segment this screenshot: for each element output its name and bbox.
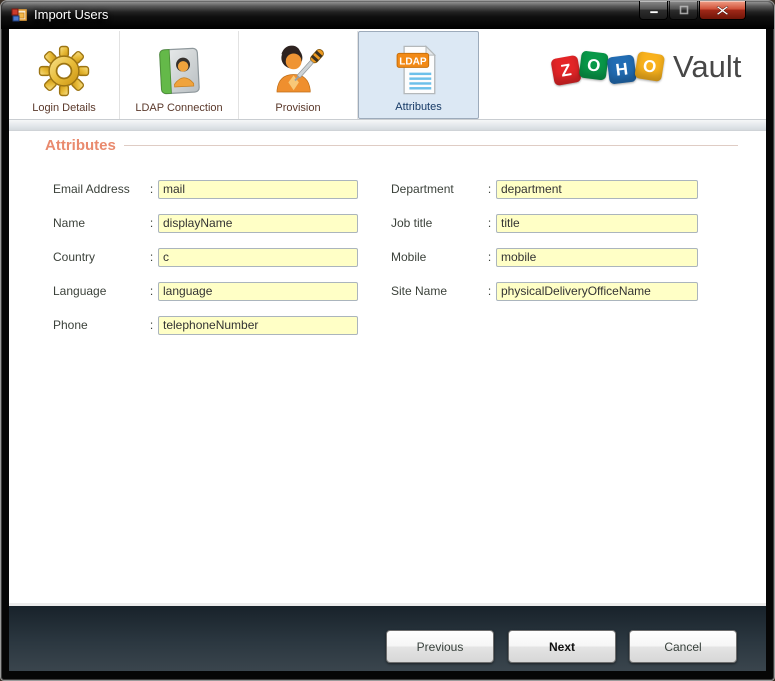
heading-rule bbox=[123, 145, 738, 146]
form-row: Phone : bbox=[53, 315, 358, 335]
maximize-button bbox=[669, 1, 698, 20]
winforms-app-icon bbox=[11, 7, 27, 23]
job-title-input[interactable] bbox=[496, 213, 698, 233]
phone-label: Phone bbox=[53, 318, 88, 332]
minimize-button[interactable] bbox=[639, 1, 668, 20]
colon-separator: : bbox=[149, 216, 154, 230]
colon-separator: : bbox=[487, 284, 492, 298]
footer-bar: Previous Next Cancel bbox=[9, 603, 766, 671]
window-controls bbox=[639, 1, 746, 20]
colon-separator: : bbox=[487, 216, 492, 230]
email-address-label: Email Address bbox=[53, 182, 130, 196]
site-name-input[interactable] bbox=[496, 281, 698, 301]
form-row: Name : bbox=[53, 213, 358, 233]
country-label: Country bbox=[53, 250, 96, 264]
previous-button[interactable]: Previous bbox=[386, 630, 494, 663]
mobile-label: Mobile bbox=[391, 250, 427, 264]
next-button[interactable]: Next bbox=[508, 630, 616, 663]
job-title-label: Job title bbox=[391, 216, 433, 230]
name-input[interactable] bbox=[158, 213, 358, 233]
address-book-icon bbox=[151, 40, 207, 102]
import-users-window: Import Users Login Details LDAP Connecti… bbox=[0, 0, 775, 681]
language-label: Language bbox=[53, 284, 107, 298]
tab-label: LDAP Connection bbox=[135, 102, 223, 114]
colon-separator: : bbox=[149, 250, 154, 264]
svg-text:LDAP: LDAP bbox=[399, 56, 427, 67]
tab-login-details[interactable]: Login Details bbox=[9, 31, 120, 119]
zoho-logo-tile: H bbox=[606, 53, 637, 85]
form-row: Site Name : bbox=[391, 281, 698, 301]
name-label: Name bbox=[53, 216, 86, 230]
colon-separator: : bbox=[487, 250, 492, 264]
gear-icon bbox=[36, 40, 92, 102]
tab-label: Login Details bbox=[32, 102, 96, 114]
tab-ldap-connection[interactable]: LDAP Connection bbox=[120, 31, 239, 119]
ldap-document-icon: LDAP bbox=[391, 39, 447, 101]
form-row: Language : bbox=[53, 281, 358, 301]
form-row: Country : bbox=[53, 247, 358, 267]
window-title: Import Users bbox=[34, 7, 109, 22]
form-row: Email Address : bbox=[53, 179, 358, 199]
zoho-logo-tile: Z bbox=[550, 54, 582, 86]
phone-input[interactable] bbox=[158, 315, 358, 335]
user-screwdriver-icon bbox=[270, 40, 326, 102]
form-row: Job title : bbox=[391, 213, 698, 233]
department-input[interactable] bbox=[496, 179, 698, 199]
colon-separator: : bbox=[149, 182, 154, 196]
tab-provision[interactable]: Provision bbox=[239, 31, 358, 119]
tabstrip-divider bbox=[9, 119, 766, 131]
department-label: Department bbox=[391, 182, 454, 196]
close-button[interactable] bbox=[699, 1, 746, 20]
title-bar[interactable]: Import Users bbox=[1, 1, 774, 29]
zoho-logo-tile: O bbox=[634, 50, 666, 82]
product-name: Vault bbox=[673, 49, 742, 84]
country-input[interactable] bbox=[158, 247, 358, 267]
section-title: Attributes bbox=[45, 137, 116, 154]
language-input[interactable] bbox=[158, 281, 358, 301]
client-area: Login Details LDAP Connection Provision … bbox=[9, 29, 766, 671]
tab-label: Provision bbox=[275, 102, 321, 114]
colon-separator: : bbox=[149, 284, 154, 298]
section-heading: Attributes bbox=[45, 137, 738, 154]
tab-label: Attributes bbox=[395, 101, 442, 113]
tab-attributes[interactable]: LDAP Attributes bbox=[358, 31, 479, 119]
form-row: Mobile : bbox=[391, 247, 698, 267]
mobile-input[interactable] bbox=[496, 247, 698, 267]
colon-separator: : bbox=[149, 318, 154, 332]
zoho-logo-tile: O bbox=[578, 49, 609, 81]
form-row: Department : bbox=[391, 179, 698, 199]
site-name-label: Site Name bbox=[391, 284, 448, 298]
cancel-button[interactable]: Cancel bbox=[629, 630, 737, 663]
zoho-vault-logo: Z O H O Vault bbox=[550, 43, 742, 91]
email-address-input[interactable] bbox=[158, 179, 358, 199]
colon-separator: : bbox=[487, 182, 492, 196]
